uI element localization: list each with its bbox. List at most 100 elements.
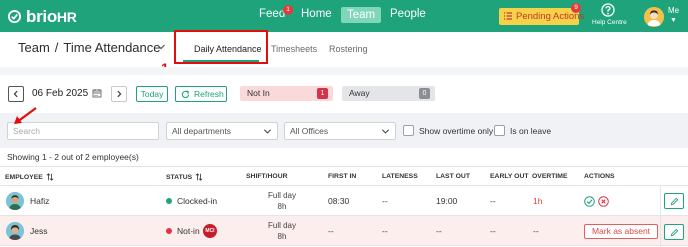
user-avatar-image <box>644 7 664 27</box>
early-out-value: -- <box>490 226 496 236</box>
breadcrumb-team[interactable]: Team <box>18 40 50 55</box>
employee-avatar <box>6 192 24 210</box>
header-overtime: OVERTIME <box>532 173 568 180</box>
pending-actions-badge: 9 <box>571 3 581 13</box>
header-status[interactable]: STATUS <box>166 173 203 181</box>
first-in-value: 08:30 <box>328 196 350 206</box>
edit-button[interactable] <box>664 193 684 209</box>
annotation-highlight-box <box>174 30 268 64</box>
early-out-value: -- <box>490 196 496 206</box>
header-shift-hour: SHIFT/HOUR <box>246 173 288 180</box>
refresh-label: Refresh <box>194 89 224 99</box>
column-divider <box>660 216 661 247</box>
employee-status: Not-in <box>177 226 200 236</box>
sort-icon[interactable] <box>46 173 54 181</box>
header-lateness: LATENESS <box>382 173 418 180</box>
sort-icon[interactable] <box>195 173 203 181</box>
results-count: Showing 1 - 2 out of 2 employee(s) <box>7 152 139 162</box>
employee-name[interactable]: Hafiz <box>30 196 49 206</box>
brio-logo[interactable]: brioHR <box>26 7 77 27</box>
tab-timesheets[interactable]: Timesheets <box>271 44 317 54</box>
on-leave-checkbox[interactable] <box>494 125 505 136</box>
employee-status: Clocked-in <box>177 196 218 206</box>
next-day-button[interactable] <box>111 86 127 102</box>
away-label: Away <box>349 88 370 98</box>
chevron-down-icon[interactable] <box>156 42 166 52</box>
logo-brio-text: brio <box>26 7 57 26</box>
first-in-value: -- <box>328 226 334 236</box>
tab-rostering[interactable]: Rostering <box>329 44 368 54</box>
user-avatar[interactable] <box>644 7 664 27</box>
shift-type: Full day <box>267 191 296 200</box>
pencil-icon <box>670 197 679 206</box>
chevron-down-icon <box>381 129 390 134</box>
away-filter[interactable]: Away 0 <box>342 86 435 101</box>
chevron-left-icon <box>13 90 18 98</box>
lateness-value: -- <box>382 226 388 236</box>
clocked-in-status-dot <box>166 198 172 204</box>
show-overtime-label[interactable]: Show overtime only <box>419 126 493 136</box>
pending-actions-button[interactable]: Pending Actions <box>499 8 584 25</box>
section-divider <box>0 67 688 75</box>
header-employee-label: EMPLOYEE <box>5 173 43 181</box>
shift-hours: 8h <box>277 232 287 241</box>
edit-button[interactable] <box>664 224 684 240</box>
last-out-value: -- <box>436 226 442 236</box>
status-tag-badge: MCI <box>203 224 217 238</box>
offices-select[interactable]: All Offices <box>284 122 396 140</box>
feed-notification-badge: 1 <box>283 5 293 15</box>
nav-feed[interactable]: Feed <box>259 8 285 20</box>
nav-team[interactable]: Team <box>341 7 382 23</box>
logo-hr-text: HR <box>56 9 77 25</box>
employee-name[interactable]: Jess <box>30 226 47 236</box>
previous-day-button[interactable] <box>8 86 24 102</box>
pencil-icon <box>670 228 679 237</box>
header-first-in: FIRST IN <box>328 173 357 180</box>
lateness-value: -- <box>382 196 388 206</box>
today-button[interactable]: Today <box>136 86 168 102</box>
nav-home[interactable]: Home <box>301 8 332 20</box>
calendar-icon[interactable] <box>92 88 102 98</box>
header-status-label: STATUS <box>166 173 193 181</box>
mark-as-absent-button[interactable]: Mark as absent <box>584 224 658 239</box>
column-divider <box>660 186 661 216</box>
me-label[interactable]: Me <box>668 6 679 15</box>
table-row: Hafiz Clocked-in Full day 8h 08:30 -- 19… <box>0 186 688 216</box>
employee-avatar-image <box>6 192 24 210</box>
reject-icon[interactable] <box>598 196 609 207</box>
refresh-icon <box>181 90 190 99</box>
refresh-button[interactable]: Refresh <box>175 86 227 102</box>
breadcrumb-separator: / <box>54 40 59 55</box>
chevron-down-icon <box>263 129 272 134</box>
table-row: Jess Not-in MCI Full day 8h -- -- -- -- … <box>0 216 688 247</box>
offices-value: All Offices <box>290 126 329 136</box>
departments-value: All departments <box>172 126 232 136</box>
not-in-count: 1 <box>317 88 328 99</box>
help-centre-label[interactable]: Help Centre <box>592 19 627 26</box>
header-early-out: EARLY OUT <box>490 173 529 180</box>
breadcrumb: Team / Time Attendance <box>18 40 161 55</box>
show-overtime-checkbox[interactable] <box>403 125 414 136</box>
shift-hours: 8h <box>277 202 287 211</box>
on-leave-label[interactable]: Is on leave <box>510 126 551 136</box>
employee-avatar <box>6 222 24 240</box>
departments-select[interactable]: All departments <box>166 122 278 140</box>
away-count: 0 <box>419 88 430 99</box>
help-icon[interactable] <box>601 3 615 17</box>
brio-logo-icon <box>7 9 22 24</box>
not-in-status-dot <box>166 228 172 234</box>
current-date: 06 Feb 2025 <box>32 88 89 99</box>
top-navigation-bar: brioHR Feed 1 Home Team People Pending A… <box>0 0 688 32</box>
me-caret-icon[interactable]: ▼ <box>670 17 677 24</box>
nav-people[interactable]: People <box>390 8 426 20</box>
annotation-arrow <box>14 107 37 124</box>
overtime-value: -- <box>533 226 539 236</box>
header-employee[interactable]: EMPLOYEE <box>5 173 54 181</box>
header-last-out: LAST OUT <box>436 173 470 180</box>
approve-icon[interactable] <box>584 196 595 207</box>
table-header: EMPLOYEE STATUS SHIFT/HOUR FIRST IN LATE… <box>0 166 688 186</box>
list-icon <box>504 12 512 20</box>
shift-hour: Full day 8h <box>262 220 302 242</box>
not-in-filter[interactable]: Not In 1 <box>240 86 333 101</box>
chevron-right-icon <box>117 90 122 98</box>
